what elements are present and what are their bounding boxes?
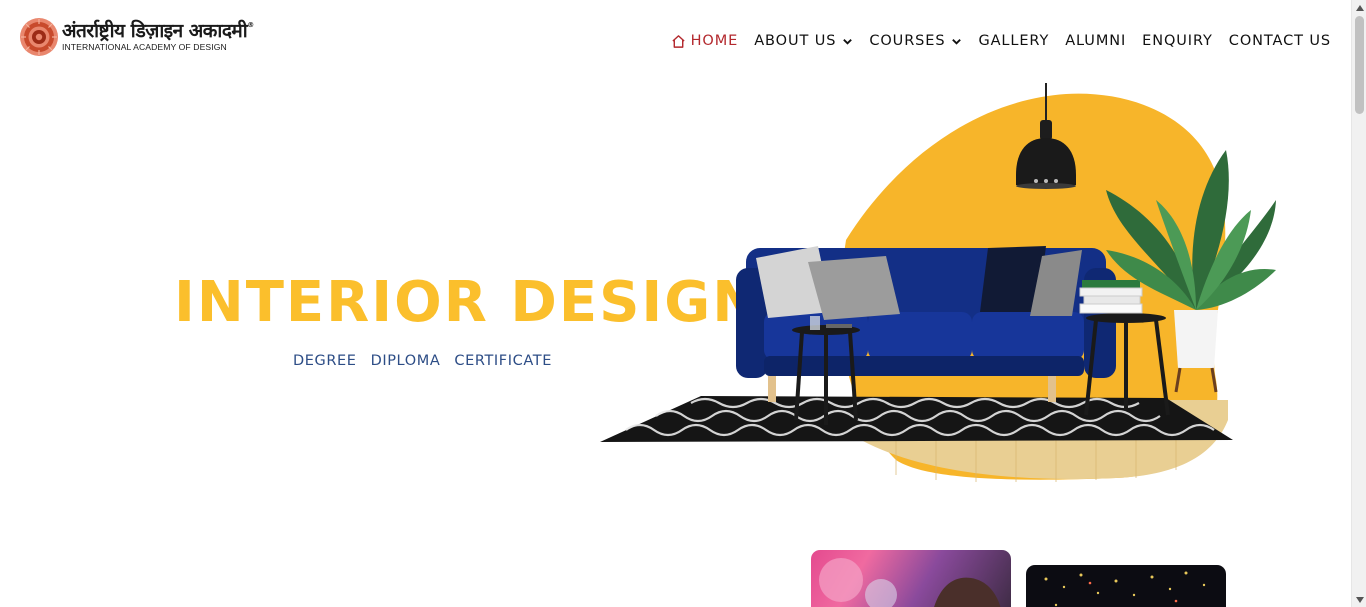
nav-label-gallery: GALLERY xyxy=(978,33,1050,49)
vertical-scrollbar[interactable] xyxy=(1351,0,1366,607)
logo-text: अंतर्राष्ट्रीय डिज़ाइन अकादमी® INTERNATI… xyxy=(62,22,254,52)
nav-label-alumni: ALUMNI xyxy=(1065,33,1127,49)
nav-label-home: HOME xyxy=(690,33,739,49)
hero-subtitle-certificate: CERTIFICATE xyxy=(454,353,552,369)
logo-emblem-icon xyxy=(20,18,58,56)
site-logo[interactable]: अंतर्राष्ट्रीय डिज़ाइन अकादमी® INTERNATI… xyxy=(19,17,254,57)
nav-item-enquiry[interactable]: ENQUIRY xyxy=(1142,33,1213,49)
thumbnail-image-2 xyxy=(1044,571,1206,607)
nav-label-contact-us: CONTACT US xyxy=(1228,33,1331,49)
chevron-down-icon xyxy=(843,38,853,45)
thumbnail-image-1 xyxy=(819,558,1001,607)
nav-item-courses[interactable]: COURSES xyxy=(869,33,962,49)
main-nav: HOME ABOUT US COURSES GALLERY ALUMNI ENQ… xyxy=(655,33,1331,49)
scroll-down-arrow-icon xyxy=(1355,596,1364,603)
nav-label-about-us: ABOUT US xyxy=(754,33,837,49)
chevron-down-icon xyxy=(952,38,962,45)
nav-label-courses: COURSES xyxy=(869,33,946,49)
gallery-thumbnail-1[interactable] xyxy=(811,550,1011,607)
scrollbar-thumb[interactable] xyxy=(1355,16,1364,114)
home-icon xyxy=(672,34,685,48)
scroll-down-button[interactable] xyxy=(1352,592,1366,607)
registered-mark: ® xyxy=(247,21,254,30)
hero-subtitle-degree: DEGREE xyxy=(293,353,357,369)
nav-item-gallery[interactable]: GALLERY xyxy=(978,33,1049,49)
nav-item-home[interactable]: HOME xyxy=(671,33,739,49)
logo-hindi-text: अंतर्राष्ट्रीय डिज़ाइन अकादमी® xyxy=(62,20,254,43)
hero-subtitle-diploma: DIPLOMA xyxy=(370,353,441,369)
logo-english-text: INTERNATIONAL ACADEMY OF DESIGN xyxy=(62,42,227,53)
gallery-thumbnail-2[interactable] xyxy=(1026,565,1226,607)
hero-subtitle-row: DEGREE DIPLOMA CERTIFICATE xyxy=(293,353,566,369)
page: अंतर्राष्ट्रीय डिज़ाइन अकादमी® INTERNATI… xyxy=(0,0,1351,607)
nav-item-contact-us[interactable]: CONTACT US xyxy=(1229,33,1331,49)
scroll-up-button[interactable] xyxy=(1352,0,1366,15)
nav-label-enquiry: ENQUIRY xyxy=(1142,33,1213,49)
nav-item-about-us[interactable]: ABOUT US xyxy=(754,33,853,49)
hero-interior-illustration xyxy=(600,83,1276,482)
nav-item-alumni[interactable]: ALUMNI xyxy=(1065,33,1126,49)
scroll-up-arrow-icon xyxy=(1355,4,1364,11)
